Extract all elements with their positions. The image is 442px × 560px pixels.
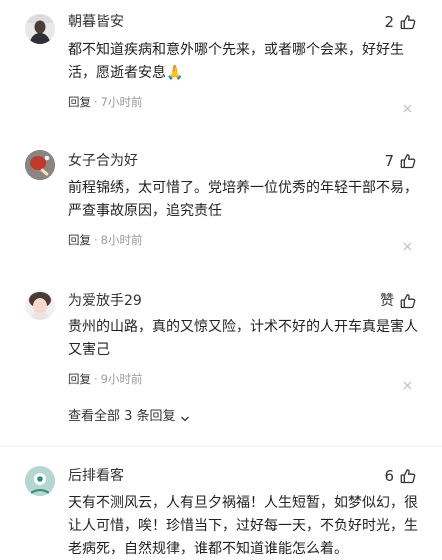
like-count: 赞 [380,293,394,309]
like-button[interactable]: 7 [384,152,416,170]
avatar[interactable] [25,466,55,496]
comment-meta: 回复 · 7小时前 [68,94,142,110]
user-avatar-image [25,14,55,44]
user-avatar-image [25,150,55,180]
comment-username[interactable]: 朝暮皆安 [68,13,124,31]
like-button[interactable]: 6 [384,467,416,485]
avatar[interactable] [25,290,55,320]
close-icon[interactable] [403,375,412,390]
like-count: 7 [384,152,394,170]
reply-button[interactable]: 回复 [68,372,91,386]
like-button[interactable]: 2 [384,13,416,31]
close-icon[interactable] [403,98,412,113]
avatar[interactable] [25,150,55,180]
comment-text: 天有不测风云，人有旦夕祸福！人生短暂，如梦似幻，很让人可惜，唉！珍惜当下，过好每… [68,495,418,557]
comment-text: 贵州的山路，真的又惊又险，计术不好的人开车真是害人又害己 [68,319,418,358]
user-avatar-image [25,290,55,320]
view-all-replies-link[interactable]: 查看全部 3 条回复 [68,408,190,426]
reply-button[interactable]: 回复 [68,95,91,109]
like-count: 6 [384,467,394,485]
comment-text: 都不知道疾病和意外哪个先来，或者哪个会来，好好生活，愿逝者安息🙏 [68,42,404,81]
comment-username[interactable]: 为爱放手29 [68,292,142,310]
like-count: 2 [384,13,394,31]
comment-username[interactable]: 后排看客 [68,467,124,485]
comment-time: 8小时前 [100,233,143,247]
comment-meta: 回复 · 8小时前 [68,232,142,248]
like-button[interactable]: 赞 [380,292,416,310]
divider [0,446,442,447]
view-replies-label: 查看全部 3 条回复 [68,409,176,424]
separator-dot: · [94,233,98,247]
chevron-down-icon [180,412,190,422]
user-avatar-image [25,466,55,496]
close-icon[interactable] [403,236,412,251]
thumbs-up-icon[interactable] [400,153,416,169]
thumbs-up-icon[interactable] [400,14,416,30]
avatar[interactable] [25,14,55,44]
comment-meta: 回复 · 9小时前 [68,371,142,387]
thumbs-up-icon[interactable] [400,468,416,484]
comment-time: 9小时前 [100,372,143,386]
thumbs-up-icon[interactable] [400,293,416,309]
reply-button[interactable]: 回复 [68,233,91,247]
comment-username[interactable]: 女子合为好 [68,152,138,170]
separator-dot: · [94,372,98,386]
separator-dot: · [94,95,98,109]
comment-time: 7小时前 [100,95,143,109]
comment-text: 前程锦绣，太可惜了。党培养一位优秀的年轻干部不易，严查事故原因，追究责任 [68,180,418,219]
